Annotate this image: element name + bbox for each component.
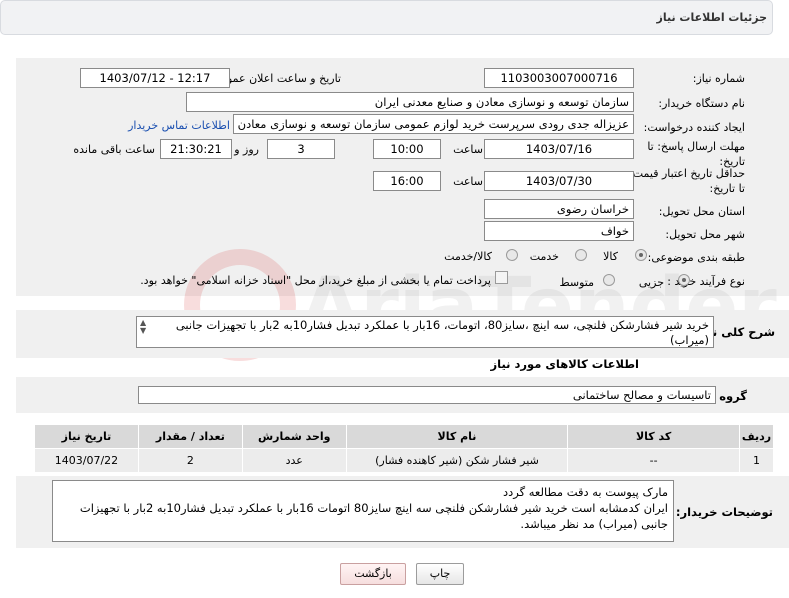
process-partial-radio[interactable] bbox=[678, 274, 690, 286]
goods-group-field: تاسیسات و مصالح ساختمانی bbox=[138, 386, 716, 404]
category-label: طبقه بندی موضوعی: bbox=[647, 251, 745, 264]
cell-unit: عدد bbox=[241, 448, 347, 473]
col-code: کد کالا bbox=[567, 424, 740, 449]
buyer-notes-line1: مارک پیوست به دقت مطالعه گردد bbox=[503, 485, 668, 499]
city-field: خواف bbox=[484, 221, 634, 241]
deadline-label: مهلت ارسال پاسخ: تا تاریخ: bbox=[647, 140, 745, 168]
process-medium-label: متوسط bbox=[559, 276, 594, 289]
category-both-radio[interactable] bbox=[506, 249, 518, 261]
buyer-notes-box: مارک پیوست به دقت مطالعه گردد ایران کدمش… bbox=[52, 480, 674, 542]
goods-section-title: اطلاعات کالاهای مورد نیاز bbox=[490, 357, 639, 371]
days-field: 3 bbox=[267, 139, 335, 159]
category-service-radio[interactable] bbox=[575, 249, 587, 261]
creator-field: عزیزاله جدی رودی سرپرست خرید لوازم عمومی… bbox=[233, 114, 634, 134]
contact-link[interactable]: اطلاعات تماس خریدار bbox=[128, 119, 230, 132]
summary-text: خرید شیر فشارشکن فلنچی، سه اینچ ،سایز80،… bbox=[175, 318, 709, 347]
need-number-label: شماره نیاز: bbox=[692, 72, 745, 85]
category-goods-label: کالا bbox=[603, 250, 618, 263]
col-index: ردیف bbox=[738, 424, 775, 449]
category-both-label: کالا/خدمت bbox=[444, 250, 492, 263]
creator-label: ایجاد کننده درخواست: bbox=[643, 121, 745, 134]
buyer-notes-line2: ایران کدمشابه است خرید شیر فشارشکن فلنچی… bbox=[79, 501, 668, 531]
summary-scroll-icon[interactable]: ▲ ▼ bbox=[140, 319, 146, 335]
need-number-field: 1103003007000716 bbox=[484, 68, 634, 88]
summary-textarea[interactable]: خرید شیر فشارشکن فلنچی، سه اینچ ،سایز80،… bbox=[136, 316, 714, 348]
days-label: روز و bbox=[234, 143, 259, 156]
deadline-date-field: 1403/07/16 bbox=[484, 139, 634, 159]
category-service-label: خدمت bbox=[529, 250, 559, 263]
cell-code: -- bbox=[567, 448, 740, 473]
col-unit: واحد شمارش bbox=[241, 424, 347, 449]
items-header-row: تاریخ نیاز تعداد / مقدار واحد شمارش واحد… bbox=[34, 424, 775, 449]
validity-time-label: ساعت bbox=[453, 175, 483, 188]
back-button[interactable]: بازگشت bbox=[340, 563, 406, 585]
page-header: جزئیات اطلاعات نیاز bbox=[0, 0, 773, 35]
province-label: استان محل تحویل: bbox=[658, 205, 745, 218]
category-goods-radio[interactable] bbox=[635, 249, 647, 261]
print-button[interactable]: چاپ bbox=[416, 563, 464, 585]
deadline-time-label: ساعت bbox=[453, 143, 483, 156]
col-name: نام کالا bbox=[345, 424, 569, 449]
remaining-time-field: 21:30:21 bbox=[160, 139, 232, 159]
cell-name: شیر فشار شکن (شیر کاهنده فشار) bbox=[345, 448, 569, 473]
validity-time-field: 16:00 bbox=[373, 171, 441, 191]
validity-label: حداقل تاریخ اعتبار قیمت: تا تاریخ: bbox=[629, 167, 745, 195]
remaining-label: ساعت باقی مانده bbox=[73, 143, 155, 156]
buyer-org-label: نام دستگاه خریدار: bbox=[658, 97, 745, 110]
deadline-time-field: 10:00 bbox=[373, 139, 441, 159]
process-partial-label: جزیی bbox=[638, 276, 664, 289]
process-medium-radio[interactable] bbox=[603, 274, 615, 286]
buyer-notes-label: توضیحات خریدار: bbox=[675, 505, 773, 519]
cell-date: 1403/07/22 bbox=[34, 448, 139, 473]
col-date: تاریخ نیاز bbox=[34, 424, 139, 449]
validity-date-field: 1403/07/30 bbox=[484, 171, 634, 191]
table-row: 1403/07/22 2 عدد شیر فشار شکن (شیر کاهند… bbox=[34, 448, 775, 473]
announce-field: 1403/07/12 - 12:17 bbox=[80, 68, 230, 88]
cell-index: 1 bbox=[738, 448, 775, 473]
province-field: خراسان رضوی bbox=[484, 199, 634, 219]
payment-note: پرداخت تمام یا بخشی از مبلغ خرید،از محل … bbox=[140, 274, 491, 287]
cell-qty: 2 bbox=[137, 448, 243, 473]
buyer-org-field: سازمان توسعه و نوسازی معادن و صنایع معدن… bbox=[186, 92, 634, 112]
city-label: شهر محل تحویل: bbox=[665, 228, 745, 241]
items-table: تاریخ نیاز تعداد / مقدار واحد شمارش واحد… bbox=[34, 424, 775, 473]
payment-checkbox[interactable] bbox=[495, 271, 508, 284]
col-qty: تعداد / مقدار bbox=[137, 424, 243, 449]
page-title: جزئیات اطلاعات نیاز bbox=[656, 11, 768, 24]
